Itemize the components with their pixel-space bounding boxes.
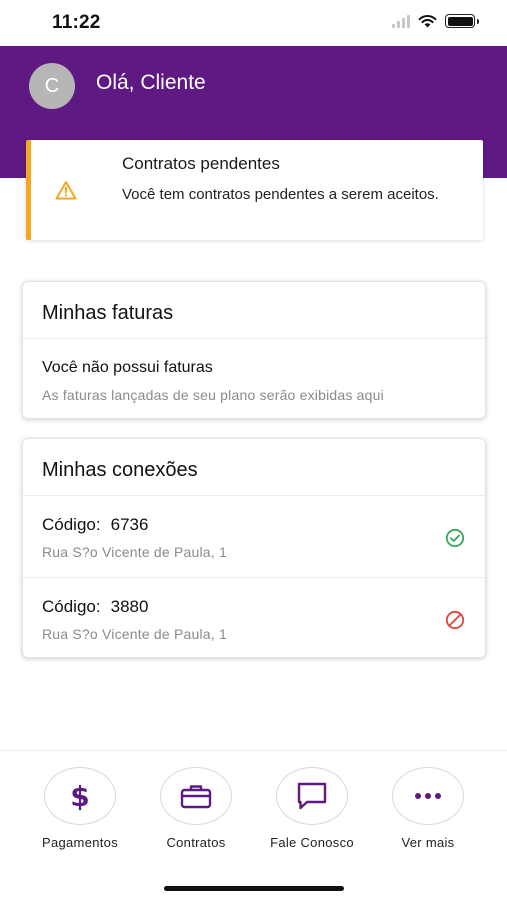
invoices-empty-subtitle: As faturas lançadas de seu plano serão e…: [42, 387, 384, 403]
nav-more[interactable]: Ver mais: [370, 751, 486, 860]
more-icon: [415, 793, 441, 799]
invoices-title: Minhas faturas: [23, 282, 485, 339]
connection-row[interactable]: Código: 6736 Rua S?o Vicente de Paula, 1: [23, 496, 485, 578]
dollar-icon: $: [70, 779, 90, 813]
connections-title: Minhas conexões: [23, 439, 485, 496]
connection-code-label: Código:: [42, 515, 101, 534]
more-button[interactable]: [392, 767, 464, 825]
connection-row[interactable]: Código: 3880 Rua S?o Vicente de Paula, 1: [23, 578, 485, 657]
connection-code-value: 3880: [110, 597, 149, 616]
nav-contact-label: Fale Conosco: [270, 835, 354, 850]
connections-card: Minhas conexões Código: 6736 Rua S?o Vice…: [22, 438, 486, 658]
nav-contact[interactable]: Fale Conosco: [254, 751, 370, 860]
pending-contracts-alert[interactable]: Contratos pendentes Você tem contratos p…: [26, 140, 483, 240]
nav-more-label: Ver mais: [401, 835, 455, 850]
home-indicator: [164, 886, 344, 891]
status-icons: [392, 14, 479, 28]
connection-code-label: Código:: [42, 597, 101, 616]
status-bar: 11:22: [0, 0, 507, 46]
connection-address: Rua S?o Vicente de Paula, 1: [42, 544, 227, 560]
nav-contracts[interactable]: Contratos: [138, 751, 254, 860]
nav-payments[interactable]: $ Pagamentos: [22, 751, 138, 860]
invoices-empty-title: Você não possui faturas: [42, 359, 213, 376]
connection-address: Rua S?o Vicente de Paula, 1: [42, 626, 227, 642]
alert-title: Contratos pendentes: [122, 154, 280, 173]
avatar[interactable]: C: [29, 63, 75, 109]
battery-icon: [445, 14, 479, 28]
check-circle-icon: [445, 528, 465, 548]
connection-code-value: 6736: [110, 515, 149, 534]
status-time: 11:22: [52, 12, 101, 33]
connection-code: Código: 6736: [42, 515, 148, 535]
invoices-card: Minhas faturas Você não possui faturas A…: [22, 281, 486, 419]
connection-code: Código: 3880: [42, 597, 148, 617]
chat-icon: [297, 782, 327, 810]
block-icon: [445, 610, 465, 630]
nav-contracts-label: Contratos: [166, 835, 226, 850]
signal-icon: [392, 14, 410, 28]
briefcase-icon: [180, 785, 212, 809]
contracts-button[interactable]: [160, 767, 232, 825]
payments-button[interactable]: $: [44, 767, 116, 825]
alert-message: Você tem contratos pendentes a serem ace…: [122, 186, 439, 203]
nav-payments-label: Pagamentos: [42, 835, 118, 850]
contact-button[interactable]: [276, 767, 348, 825]
greeting: Olá, Cliente: [96, 71, 206, 94]
bottom-nav: $ Pagamentos Contratos Fale Conosco Ver …: [0, 750, 507, 860]
wifi-icon: [418, 15, 437, 28]
warning-icon: [55, 181, 77, 200]
